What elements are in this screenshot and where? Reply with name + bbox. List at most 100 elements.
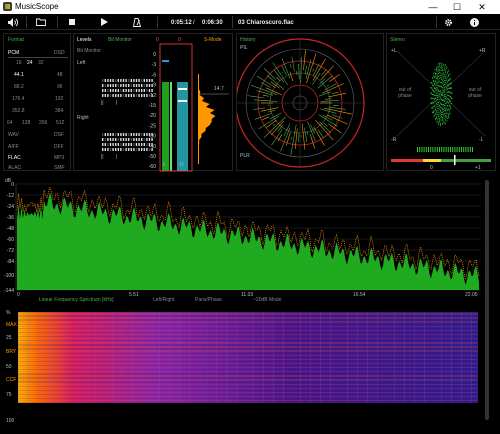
stereo-point: [437, 67, 439, 69]
spectrogram-column: [330, 312, 331, 403]
stereo-point: [433, 111, 435, 113]
spectrogram-heatmap: [18, 312, 478, 403]
info-icon[interactable]: [470, 18, 479, 28]
stereo-point: [442, 91, 444, 93]
stereo-point: [436, 88, 438, 90]
stereo-point: [446, 115, 448, 117]
spectrogram-column: [122, 312, 123, 403]
stereo-point: [440, 107, 442, 109]
stereo-point: [440, 91, 442, 93]
history-ray: [290, 124, 297, 156]
stereo-point: [445, 120, 447, 122]
phase-tick: [452, 147, 454, 152]
stereo-point: [446, 116, 448, 118]
bits-32: 32: [38, 60, 44, 66]
stereo-point: [445, 94, 447, 95]
stereo-point: [438, 95, 440, 97]
spectrogram-column: [253, 312, 254, 403]
stereo-point: [451, 87, 452, 89]
stereo-point: [443, 111, 445, 113]
spectrogram-column: [377, 312, 378, 403]
stereo-point: [432, 89, 433, 91]
stereo-point: [439, 115, 441, 117]
phase-tick: [472, 147, 473, 152]
stereo-point: [438, 100, 440, 102]
stereo-point: [446, 107, 448, 109]
stereo-point: [435, 80, 437, 82]
stereo-point: [438, 122, 440, 124]
stereo-point: [437, 91, 439, 93]
stereo-point: [442, 68, 444, 70]
spectrogram-stripe: [18, 377, 478, 378]
stereo-point: [438, 73, 439, 74]
spectrogram-stripe: [18, 375, 478, 376]
minimize-button[interactable]: —: [422, 0, 444, 14]
history-ray: [304, 65, 307, 75]
history-ray: [312, 58, 326, 81]
close-button[interactable]: ✕: [471, 0, 493, 14]
pans-phase-toggle[interactable]: Pans/Phase: [195, 297, 222, 303]
history-ray: [258, 115, 279, 130]
history-ray: [313, 127, 325, 146]
rate-192: 192: [55, 96, 64, 102]
stereo-point: [446, 78, 448, 80]
history-ray: [312, 63, 320, 77]
stereo-point: [448, 102, 450, 104]
stereo-point: [435, 112, 437, 114]
play-icon[interactable]: [101, 18, 109, 28]
time-separator: /: [193, 20, 195, 26]
metronome-icon[interactable]: [133, 18, 141, 28]
history-ray: [261, 82, 272, 88]
stereo-point: [440, 122, 442, 124]
stereo-point: [439, 75, 441, 77]
stereo-point: [444, 77, 446, 79]
stereo-point: [445, 123, 447, 124]
stereo-point: [448, 98, 450, 100]
stereo-point: [435, 111, 437, 113]
settings-gear-icon[interactable]: [444, 18, 453, 28]
stereo-point: [430, 87, 432, 89]
stop-icon[interactable]: [69, 19, 76, 29]
stereo-point: [435, 100, 437, 102]
phase-tick: [441, 147, 443, 152]
stereo-point: [451, 92, 453, 94]
stereo-point: [430, 92, 431, 94]
stereo-point: [434, 105, 436, 107]
spectrum-mode-label[interactable]: Linear Frequency Spectrum [kHz]: [39, 297, 113, 303]
stereo-point: [438, 121, 440, 122]
stereo-point: [440, 125, 441, 127]
stereo-point: [445, 91, 447, 93]
stereo-point: [450, 82, 452, 84]
db-mode-toggle[interactable]: ~20dB Mode: [253, 297, 282, 303]
stereo-point: [447, 84, 449, 86]
left-right-toggle[interactable]: Left/Right: [153, 297, 174, 303]
history-ray: [303, 50, 306, 71]
history-ray: [290, 136, 292, 140]
maximize-button[interactable]: ☐: [446, 0, 468, 14]
stereo-point: [449, 112, 451, 114]
stereo-point: [450, 101, 451, 102]
stereo-point: [431, 107, 433, 109]
spectrogram-column: [283, 312, 284, 403]
volume-icon[interactable]: [8, 18, 18, 28]
stereo-point: [445, 69, 447, 70]
spectrum-x-zero: 0: [17, 292, 20, 298]
meter-scale-label: -40: [149, 144, 156, 150]
open-folder-icon[interactable]: [36, 18, 46, 28]
stereo-point: [443, 72, 444, 74]
stereo-scope: [391, 50, 491, 165]
spectrogram-stripe: [18, 386, 478, 387]
spectrogram-stripe: [18, 379, 478, 380]
stereo-point: [444, 80, 445, 81]
spectrogram-stripe: [18, 344, 478, 345]
stereo-point: [439, 90, 441, 92]
spectrogram-column: [75, 312, 76, 403]
spectrogram-column: [236, 312, 237, 403]
spectrum-y-tick: -36: [7, 215, 14, 221]
history-ray: [328, 73, 340, 83]
vertical-scrollbar[interactable]: [485, 180, 489, 420]
rate-88: 88.2: [14, 84, 24, 90]
stereo-point: [446, 85, 448, 87]
stereo-point: [442, 87, 444, 89]
spectrogram-stripe: [18, 371, 478, 372]
